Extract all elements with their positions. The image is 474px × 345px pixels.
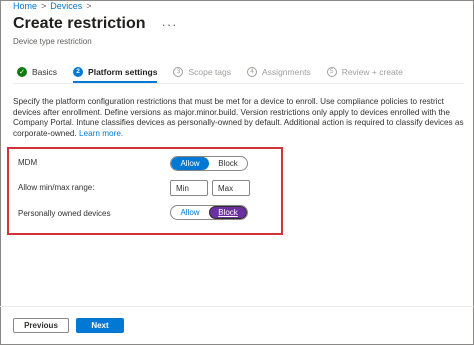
description: Specify the platform configuration restr… — [13, 97, 468, 139]
step-number-icon: 2 — [73, 67, 84, 77]
tab-label: Scope tags — [188, 67, 232, 77]
footer-divider — [0, 306, 474, 307]
ellipsis-icon[interactable]: ··· — [162, 17, 178, 32]
learn-more-link[interactable]: Learn more. — [79, 129, 123, 138]
tab-basics[interactable]: ✓ Basics — [17, 67, 57, 77]
personal-toggle[interactable]: Allow Block — [170, 205, 248, 220]
tab-label: Assignments — [262, 67, 311, 77]
tab-review-create[interactable]: 5 Review + create — [326, 67, 403, 77]
tab-platform-settings[interactable]: 2 Platform settings — [73, 67, 158, 83]
personal-block-option[interactable]: Block — [209, 206, 247, 219]
tab-label: Basics — [32, 67, 58, 77]
personal-label: Personally owned devices — [18, 209, 111, 218]
tab-label: Review + create — [341, 67, 403, 77]
wizard-tabs: ✓ Basics 2 Platform settings 3 Scope tag… — [17, 67, 419, 83]
page-title: Create restriction — [13, 15, 146, 32]
max-version-input[interactable] — [212, 180, 250, 196]
title-row: Create restriction ··· — [13, 15, 178, 33]
page-subtitle: Device type restriction — [13, 37, 92, 46]
step-number-icon: 3 — [173, 67, 184, 77]
mdm-toggle[interactable]: Allow Block — [170, 156, 248, 171]
breadcrumb-home[interactable]: Home — [13, 1, 37, 11]
breadcrumb: Home > Devices > — [13, 1, 92, 11]
tab-scope-tags[interactable]: 3 Scope tags — [173, 67, 231, 77]
range-label: Allow min/max range: — [18, 183, 95, 192]
mdm-block-option[interactable]: Block — [209, 157, 247, 170]
next-button[interactable]: Next — [76, 318, 124, 333]
step-number-icon: 5 — [326, 67, 337, 77]
tab-label: Platform settings — [88, 67, 158, 77]
personal-allow-option[interactable]: Allow — [171, 206, 209, 219]
tabs-divider — [13, 83, 464, 84]
min-version-input[interactable] — [170, 180, 208, 196]
tab-assignments[interactable]: 4 Assignments — [247, 67, 311, 77]
checkmark-icon: ✓ — [17, 67, 27, 77]
step-number-icon: 4 — [247, 67, 258, 77]
previous-button[interactable]: Previous — [13, 318, 69, 333]
chevron-right-icon: > — [86, 1, 92, 11]
mdm-allow-option[interactable]: Allow — [171, 157, 209, 170]
chevron-right-icon: > — [41, 1, 47, 11]
mdm-label: MDM — [18, 158, 38, 167]
breadcrumb-devices[interactable]: Devices — [50, 1, 82, 11]
